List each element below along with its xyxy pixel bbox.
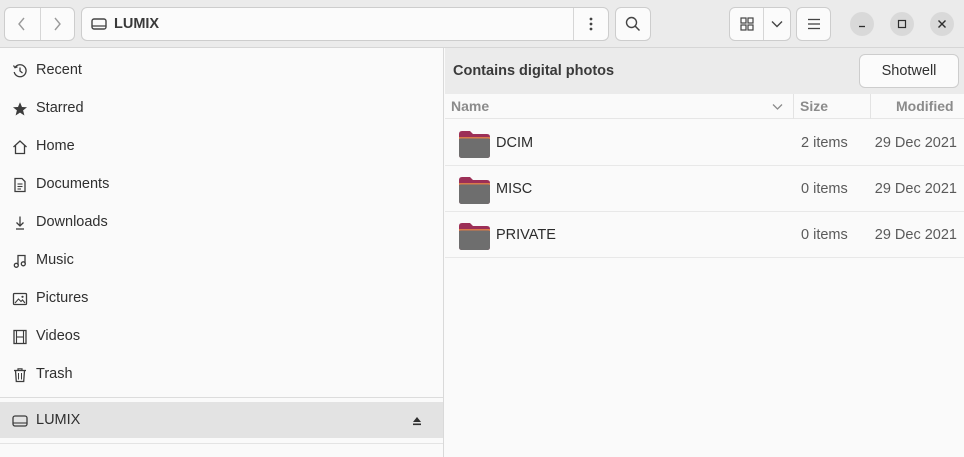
- home-icon: [11, 138, 28, 155]
- sidebar-item-label: Trash: [36, 366, 73, 382]
- chevron-down-icon: [771, 21, 783, 28]
- file-name: PRIVATE: [496, 227, 556, 243]
- sidebar-item-music[interactable]: Music: [0, 241, 443, 279]
- view-switcher: [729, 7, 791, 41]
- vertical-ellipsis-icon: [589, 17, 593, 31]
- location-label: LUMIX: [114, 16, 160, 32]
- sidebar-item-label: Recent: [36, 62, 82, 78]
- sort-indicator: [772, 99, 783, 115]
- star-icon: [11, 100, 28, 117]
- folder-icon: [459, 131, 490, 158]
- location-menu-button[interactable]: [573, 8, 608, 40]
- sidebar-item-label: Music: [36, 252, 74, 268]
- grid-view-button[interactable]: [730, 8, 763, 40]
- file-row-dcim[interactable]: DCIM 2 items 29 Dec 2021: [445, 120, 964, 166]
- header-bar: LUMIX: [0, 0, 964, 48]
- file-size: 0 items: [801, 181, 848, 197]
- file-modified: 29 Dec 2021: [874, 135, 957, 151]
- navigation-buttons: [4, 7, 75, 41]
- sidebar-item-label: Documents: [36, 176, 110, 192]
- sidebar-item-pictures[interactable]: Pictures: [0, 279, 443, 317]
- sidebar-item-trash[interactable]: Trash: [0, 355, 443, 393]
- clock-icon: [11, 62, 28, 79]
- folder-icon: [459, 177, 490, 204]
- back-button[interactable]: [5, 8, 40, 40]
- sidebar-divider: [0, 443, 443, 444]
- sidebar-item-label: Pictures: [36, 290, 89, 306]
- sidebar-item-label: Starred: [36, 100, 84, 116]
- column-header: Name Size Modified: [445, 94, 964, 119]
- info-message: Contains digital photos: [453, 63, 615, 79]
- file-size: 2 items: [801, 135, 848, 151]
- file-view: Contains digital photos Shotwell Name Si…: [445, 48, 964, 457]
- file-name: MISC: [496, 181, 533, 197]
- drive-icon: [91, 18, 107, 30]
- column-name[interactable]: Name: [451, 98, 489, 114]
- sidebar-item-label: Home: [36, 138, 75, 154]
- sidebar-item-downloads[interactable]: Downloads: [0, 203, 443, 241]
- chevron-down-icon: [772, 104, 783, 110]
- search-icon: [625, 16, 641, 32]
- document-icon: [11, 176, 28, 193]
- grid-view-icon: [740, 17, 754, 31]
- trash-icon: [11, 366, 28, 383]
- info-bar: Contains digital photos Shotwell: [445, 48, 964, 94]
- chevron-right-icon: [54, 17, 62, 31]
- music-icon: [11, 252, 28, 269]
- column-size[interactable]: Size: [800, 98, 828, 114]
- search-button[interactable]: [615, 7, 651, 41]
- file-modified: 29 Dec 2021: [874, 181, 957, 197]
- maximize-icon: [897, 19, 907, 29]
- sidebar-item-videos[interactable]: Videos: [0, 317, 443, 355]
- folder-icon: [459, 223, 490, 250]
- minimize-icon: [859, 25, 865, 28]
- column-divider: [870, 94, 871, 119]
- view-options-dropdown[interactable]: [763, 8, 790, 40]
- minimize-button[interactable]: [850, 12, 874, 36]
- sidebar-item-label: Videos: [36, 328, 81, 344]
- column-modified[interactable]: Modified: [896, 98, 954, 114]
- close-button[interactable]: [930, 12, 954, 36]
- file-row-private[interactable]: PRIVATE 0 items 29 Dec 2021: [445, 212, 964, 258]
- sidebar-item-recent[interactable]: Recent: [0, 51, 443, 89]
- chevron-left-icon: [18, 17, 25, 31]
- open-with-shotwell-button[interactable]: Shotwell: [859, 54, 959, 88]
- main-menu-button[interactable]: [796, 7, 831, 41]
- file-size: 0 items: [801, 227, 848, 243]
- sidebar-item-starred[interactable]: Starred: [0, 89, 443, 127]
- forward-button[interactable]: [39, 8, 75, 40]
- sidebar-item-label: Downloads: [36, 214, 108, 230]
- sidebar: Recent Starred Home Documents Downloads …: [0, 48, 444, 457]
- eject-icon: [413, 417, 421, 426]
- sidebar-item-home[interactable]: Home: [0, 127, 443, 165]
- picture-icon: [11, 290, 28, 307]
- sidebar-item-documents[interactable]: Documents: [0, 165, 443, 203]
- close-icon: [938, 20, 946, 28]
- drive-icon: [11, 412, 28, 429]
- sidebar-item-lumix[interactable]: LUMIX: [0, 402, 443, 438]
- eject-button[interactable]: [412, 414, 422, 430]
- path-bar: LUMIX: [81, 7, 609, 41]
- column-divider: [793, 94, 794, 119]
- file-name: DCIM: [496, 135, 534, 151]
- maximize-button[interactable]: [890, 12, 914, 36]
- download-icon: [11, 214, 28, 231]
- hamburger-icon: [807, 18, 820, 30]
- breadcrumb-lumix[interactable]: LUMIX: [82, 8, 573, 40]
- file-modified: 29 Dec 2021: [874, 227, 957, 243]
- sidebar-divider: [0, 397, 443, 398]
- video-icon: [11, 328, 28, 345]
- sidebar-item-label: LUMIX: [36, 412, 81, 428]
- file-row-misc[interactable]: MISC 0 items 29 Dec 2021: [445, 166, 964, 212]
